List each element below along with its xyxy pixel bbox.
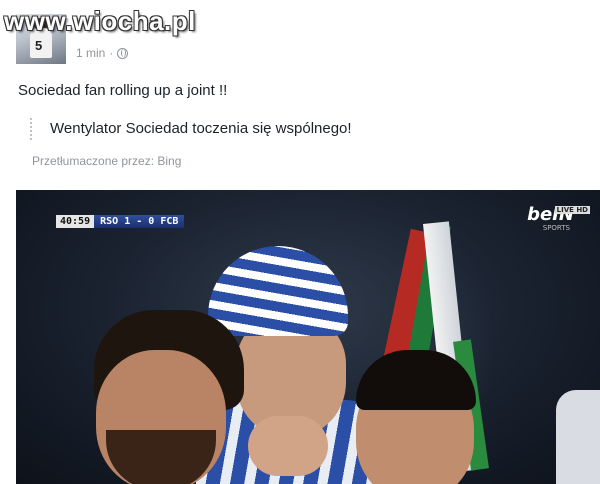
channel-tag: LIVE HD [554,206,590,214]
channel-sub: SPORTS [542,224,570,232]
avatar[interactable]: 5 [16,14,66,64]
scoreboard: 40:59 RSO 1 - 0 FCB [56,213,185,229]
right-edge-person [556,390,600,484]
post-text: Sociedad fan rolling up a joint !! [18,82,228,99]
post-header: 5 1 min · [16,14,586,66]
left-man-beard [106,430,216,484]
match-clock: 40:59 [56,214,95,228]
striped-hat [208,246,348,336]
meta-separator: · [109,46,114,60]
post-meta: 1 min · [76,46,129,60]
post-photo[interactable]: 40:59 RSO 1 - 0 FCB beIN LIVE HD SPORTS [16,190,600,484]
translated-by[interactable]: Przetłumaczone przez: Bing [32,154,181,168]
translation-text: Wentylator Sociedad toczenia się wspólne… [50,120,352,137]
match-score: RSO 1 - 0 FCB [94,214,185,228]
post-time[interactable]: 1 min [76,46,105,60]
channel-logo: beIN LIVE HD [527,204,590,225]
translation-bar [30,118,32,142]
globe-icon[interactable] [117,47,129,59]
fan-hands [248,416,328,476]
avatar-number: 5 [35,38,43,53]
